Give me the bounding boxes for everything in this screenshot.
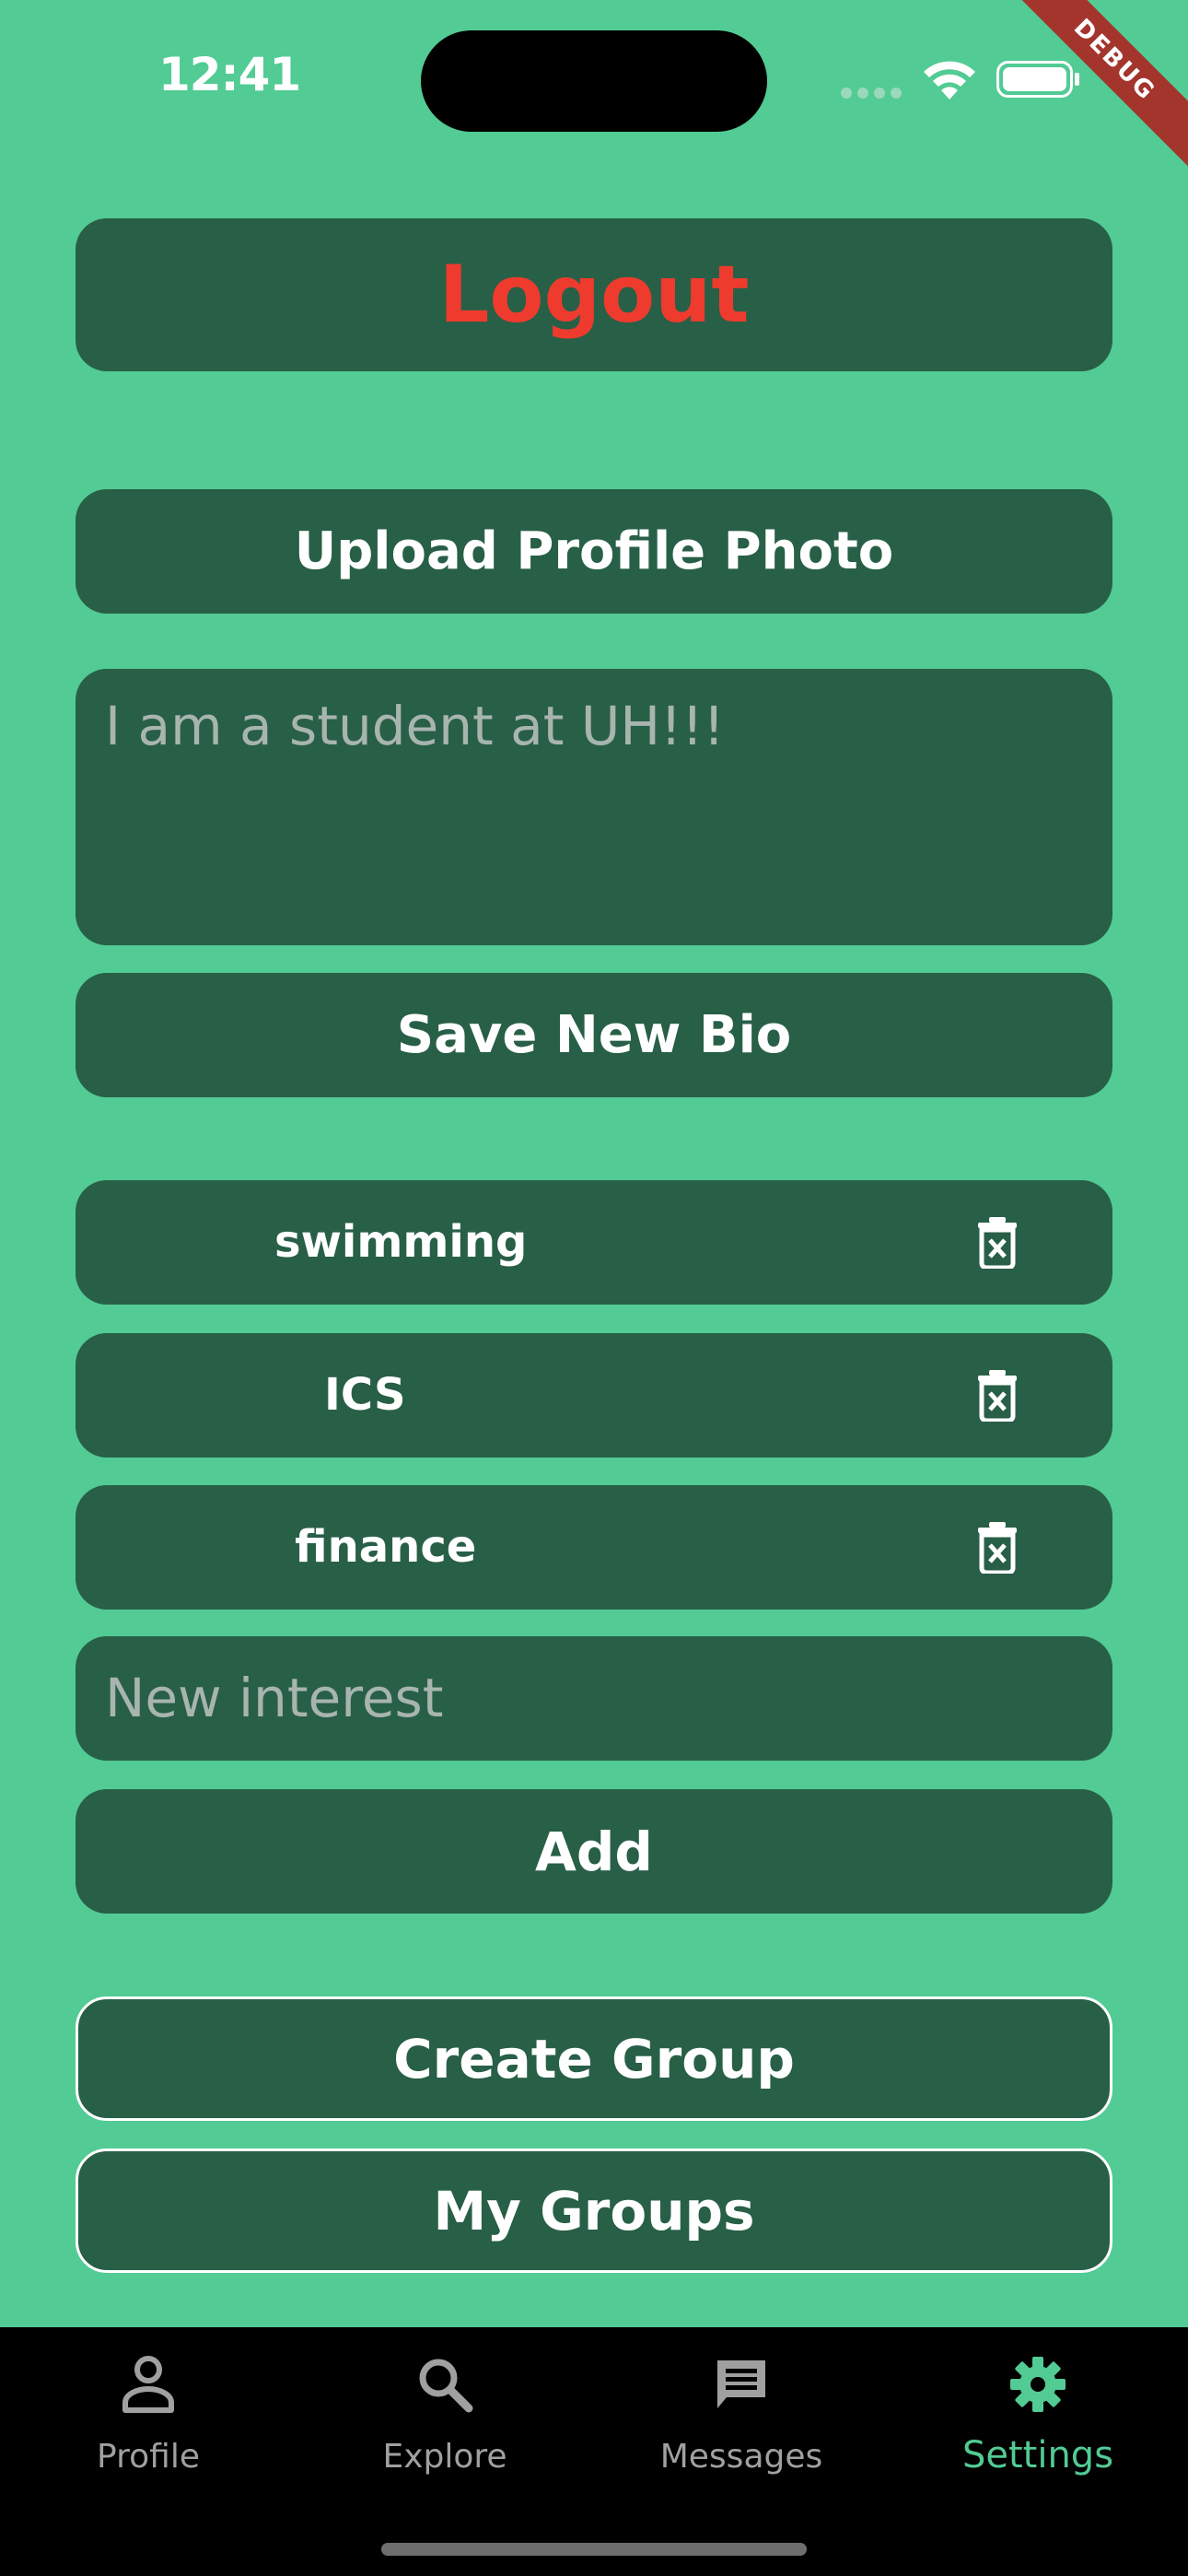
status-time: 12:41 — [158, 48, 301, 101]
wifi-icon — [924, 61, 975, 100]
nav-item-profile[interactable]: Profile — [0, 2327, 297, 2512]
nav-label-settings: Settings — [961, 2434, 1114, 2476]
upload-profile-photo-button[interactable]: Upload Profile Photo — [76, 489, 1112, 614]
delete-interest-icon[interactable] — [976, 1520, 1019, 1574]
delete-interest-icon[interactable] — [976, 1215, 1019, 1269]
delete-interest-icon[interactable] — [976, 1368, 1019, 1422]
home-indicator — [381, 2543, 807, 2556]
battery-icon — [996, 61, 1079, 98]
create-group-button[interactable]: Create Group — [76, 1996, 1112, 2121]
interest-item: swimming — [76, 1180, 1112, 1305]
bio-input[interactable]: I am a student at UH!!! — [76, 669, 1112, 945]
person-icon — [122, 2356, 174, 2413]
interest-label: swimming — [274, 1216, 528, 1268]
gear-icon — [1010, 2357, 1066, 2412]
logout-button[interactable]: Logout — [76, 218, 1112, 371]
interest-label: finance — [295, 1521, 477, 1573]
settings-screen: 12:41 DEBUG Logout Upload Profile Photo … — [0, 0, 1188, 2576]
message-icon — [717, 2360, 765, 2408]
interest-item: finance — [76, 1485, 1112, 1610]
nav-label-profile: Profile — [97, 2438, 200, 2476]
nav-item-explore[interactable]: Explore — [297, 2327, 593, 2512]
interest-item: ICS — [76, 1333, 1112, 1458]
save-bio-button[interactable]: Save New Bio — [76, 973, 1112, 1097]
bottom-navigation-bar: Profile Explore Messages Settings — [0, 2327, 1188, 2576]
nav-label-explore: Explore — [382, 2438, 507, 2476]
cellular-signal-icon — [841, 88, 902, 99]
new-interest-input[interactable]: New interest — [76, 1636, 1112, 1761]
nav-item-settings[interactable]: Settings — [890, 2327, 1186, 2512]
add-interest-button[interactable]: Add — [76, 1789, 1112, 1914]
search-icon — [419, 2359, 473, 2413]
nav-label-messages: Messages — [659, 2438, 823, 2476]
interest-label: ICS — [324, 1369, 406, 1421]
my-groups-button[interactable]: My Groups — [76, 2149, 1112, 2273]
nav-item-messages[interactable]: Messages — [593, 2327, 890, 2512]
dynamic-island — [421, 30, 767, 132]
